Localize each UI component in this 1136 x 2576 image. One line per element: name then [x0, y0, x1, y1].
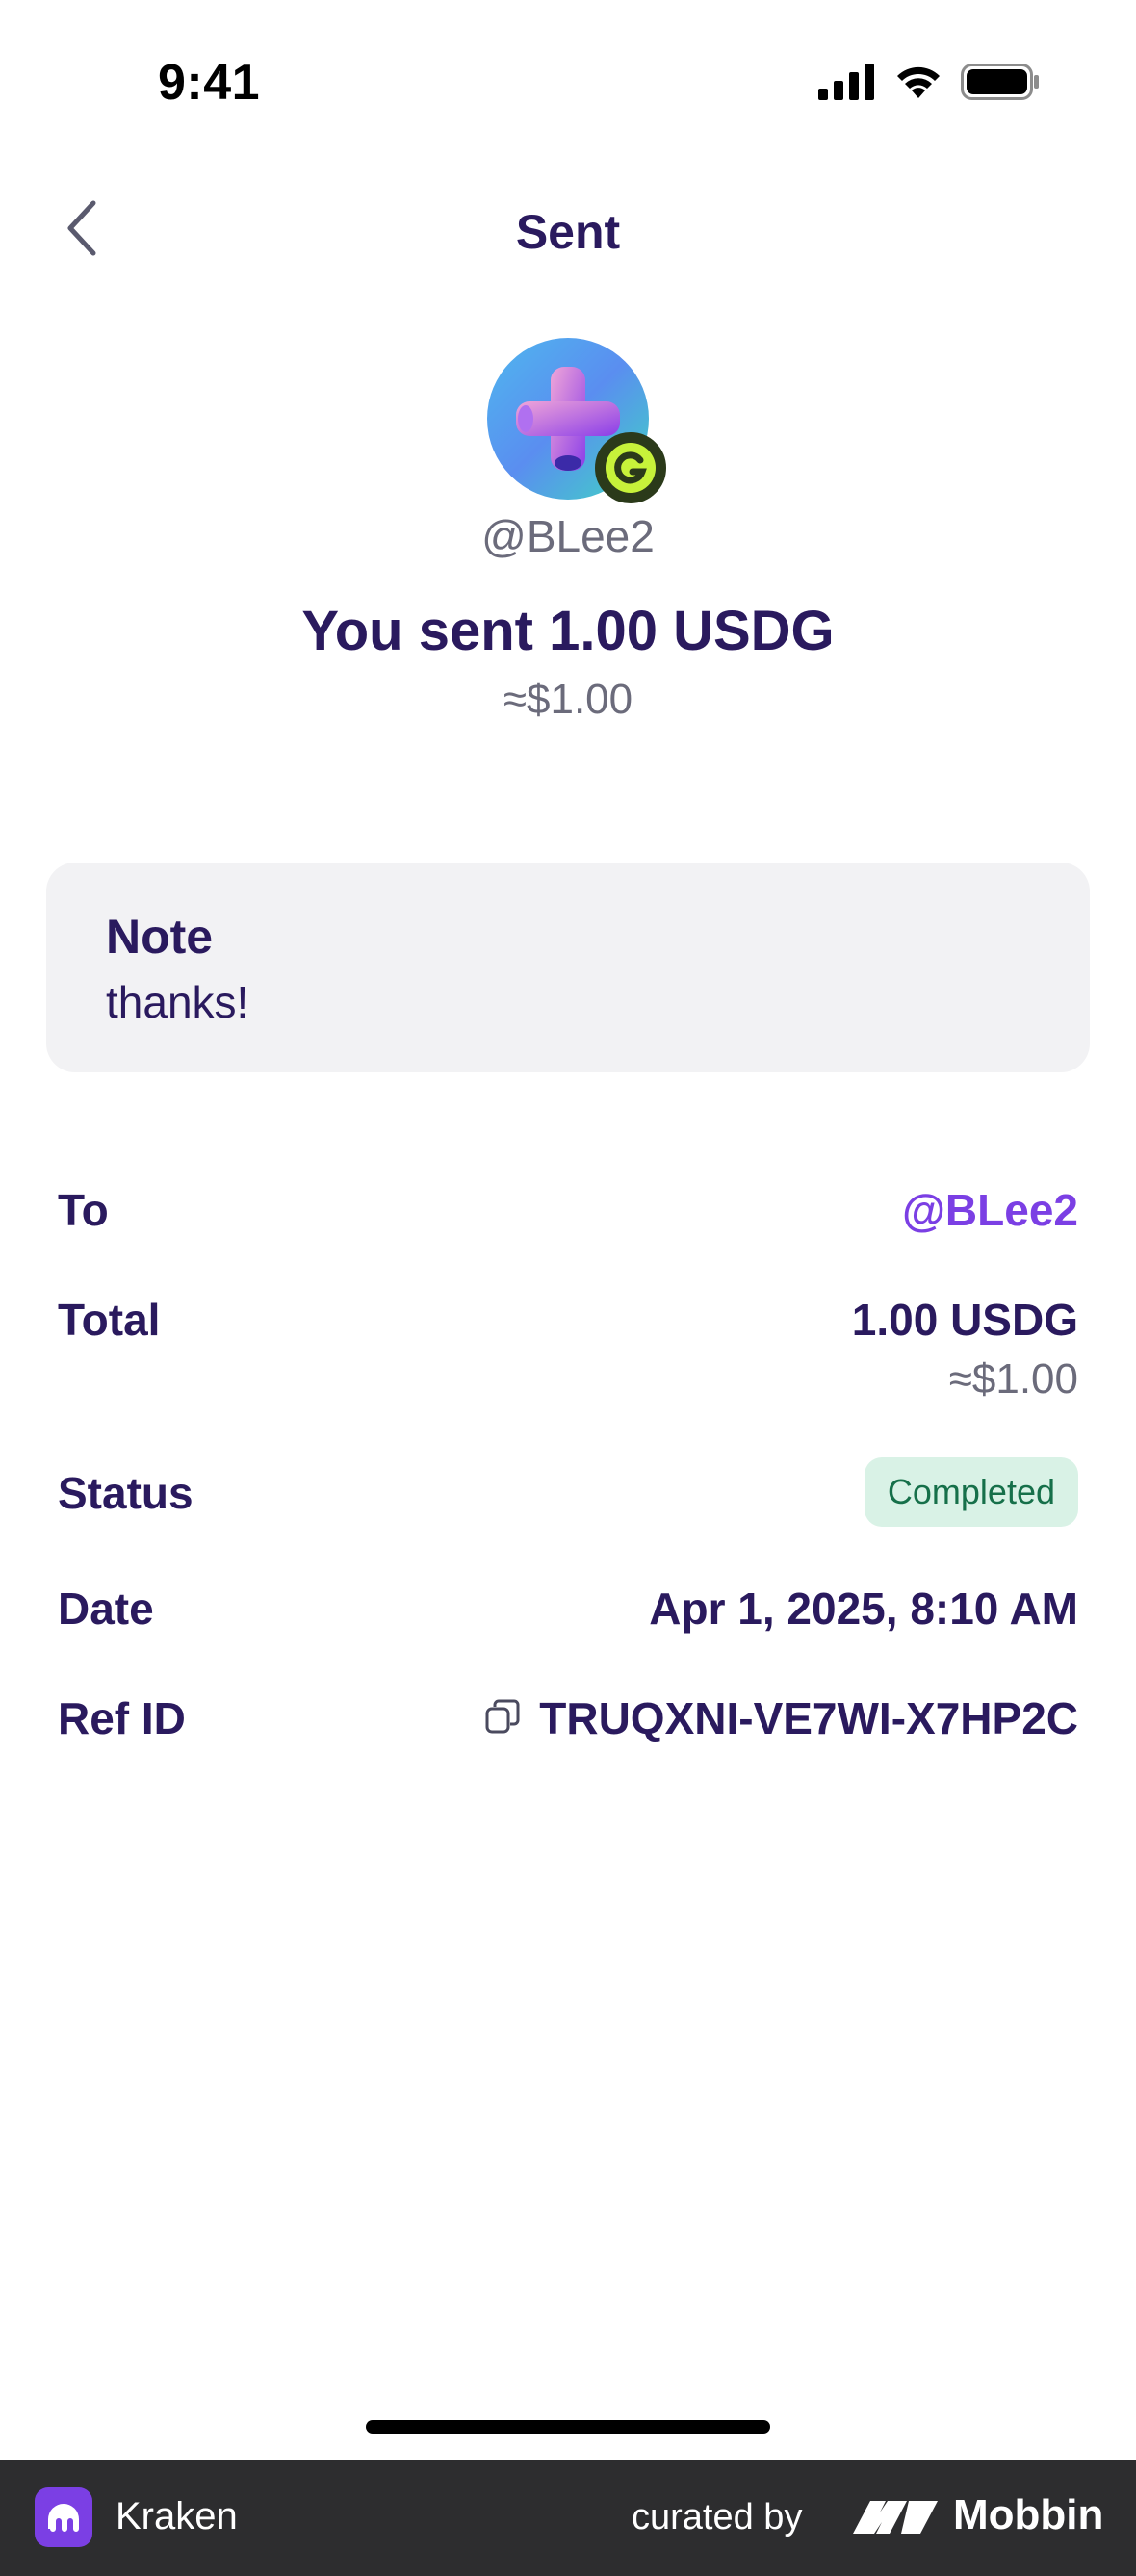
ref-id-label: Ref ID [58, 1693, 186, 1743]
status-label: Status [58, 1468, 194, 1518]
status-time: 9:41 [158, 55, 261, 111]
home-indicator [366, 2420, 770, 2434]
to-label: To [58, 1185, 109, 1235]
page-title: Sent [515, 205, 621, 259]
footer-bar: Kraken curated by Mobbin [0, 2460, 1136, 2576]
brand-name: Mobbin [953, 2491, 1104, 2538]
fiat-equivalent: ≈$1.00 [503, 676, 633, 723]
note-label: Note [106, 910, 214, 964]
sent-amount-headline: You sent 1.00 USDG [301, 600, 835, 662]
curated-by-label: curated by [632, 2497, 803, 2537]
battery-icon [961, 64, 1040, 105]
status-badge: Completed [864, 1457, 1078, 1527]
recipient-avatar [487, 338, 666, 503]
mobbin-logo-icon [853, 2495, 940, 2544]
kraken-logo-icon [35, 2487, 92, 2547]
status-icons [818, 64, 1040, 105]
app-name: Kraken [116, 2495, 238, 2537]
token-badge-icon [595, 432, 666, 503]
date-value: Apr 1, 2025, 8:10 AM [649, 1584, 1078, 1634]
copy-icon[interactable] [483, 1697, 522, 1740]
ref-id-value: TRUQXNI-VE7WI-X7HP2C [539, 1693, 1078, 1743]
status-bar: 9:41 [0, 0, 1136, 164]
date-label: Date [58, 1584, 154, 1634]
ref-id-copy[interactable]: TRUQXNI-VE7WI-X7HP2C [483, 1692, 1078, 1744]
total-label: Total [58, 1295, 161, 1345]
total-value: 1.00 USDG [851, 1295, 1078, 1345]
to-recipient-link[interactable]: @BLee2 [902, 1184, 1078, 1236]
recipient-handle: @BLee2 [481, 511, 655, 561]
nav-bar: Sent [0, 183, 1136, 279]
note-card: Note thanks! [46, 863, 1090, 1072]
wifi-icon [893, 64, 943, 105]
signal-icon [818, 64, 876, 105]
total-fiat-value: ≈$1.00 [948, 1355, 1078, 1403]
note-text: thanks! [106, 977, 249, 1027]
